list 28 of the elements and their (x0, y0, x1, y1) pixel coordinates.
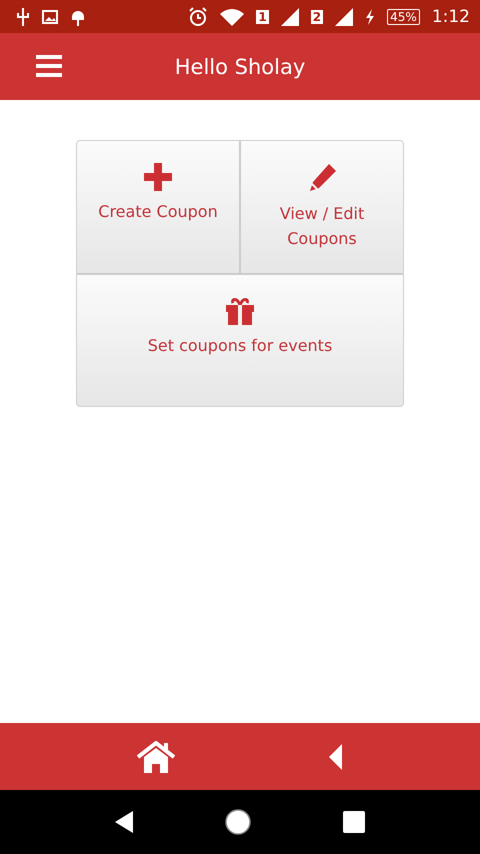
menu-icon (36, 55, 62, 77)
menu-tile[interactable]: Set coupons for events (77, 274, 403, 406)
menu-tile[interactable]: Create Coupon (77, 141, 239, 272)
signal-icon (335, 8, 354, 26)
pencil-icon (307, 163, 337, 193)
wifi-icon (220, 8, 244, 26)
alarm-icon (188, 6, 208, 26)
sim-label: 1 (256, 10, 269, 24)
home-icon (137, 740, 175, 772)
back-button[interactable] (329, 744, 343, 770)
back-icon (115, 811, 134, 833)
nav-back-button[interactable] (115, 811, 134, 833)
charging-icon (365, 8, 376, 24)
header-title: Hello Sholay (174, 54, 306, 78)
nav-home-button[interactable] (224, 808, 252, 836)
recents-button[interactable] (342, 811, 365, 833)
back-icon (329, 744, 343, 770)
home-button[interactable] (137, 740, 175, 772)
sim-label: 2 (310, 10, 324, 24)
signal-icon (280, 8, 299, 26)
gift-icon (225, 296, 255, 324)
plus-icon (144, 163, 172, 191)
square-icon (342, 811, 365, 833)
home-icon (224, 808, 252, 836)
menu-tile[interactable]: View / Edit Coupons (241, 141, 403, 272)
battery-level: 45% (387, 8, 420, 24)
clock-time: 1:12 (432, 6, 470, 26)
image-icon (42, 10, 58, 24)
